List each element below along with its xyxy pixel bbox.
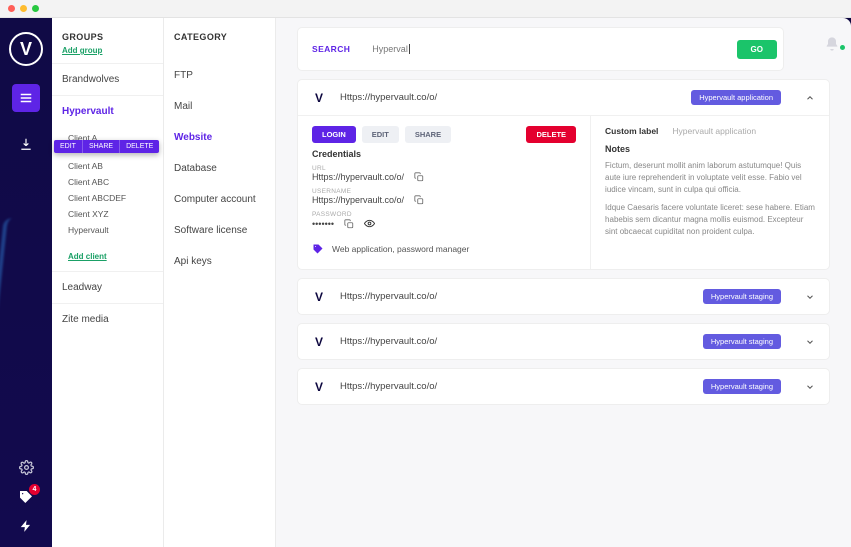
chevron-down-icon[interactable] bbox=[805, 292, 815, 302]
window-titlebar bbox=[0, 0, 851, 18]
client-list: Client A EDIT SHARE DELETE Client AB Cli… bbox=[52, 127, 163, 244]
record-card-expanded: V Https://hypervault.co/o/ Hypervault ap… bbox=[298, 80, 829, 269]
alerts-dot bbox=[840, 45, 845, 50]
field-label-password: PASSWORD bbox=[312, 211, 576, 218]
login-button[interactable]: LOGIN bbox=[312, 126, 356, 143]
copy-button[interactable] bbox=[344, 219, 354, 229]
record-badge: Hypervault staging bbox=[703, 289, 781, 304]
field-value-url: Https://hypervault.co/o/ bbox=[312, 172, 404, 182]
chevron-down-icon[interactable] bbox=[805, 337, 815, 347]
field-label-url: URL bbox=[312, 165, 576, 172]
category-item[interactable]: Api keys bbox=[164, 246, 275, 277]
field-value-password: ••••••• bbox=[312, 219, 334, 229]
custom-label-heading: Custom label bbox=[605, 126, 658, 136]
nav-rail: V 4 bbox=[0, 18, 52, 547]
group-item[interactable]: Brandwolves bbox=[52, 63, 163, 95]
client-item[interactable]: Client AB bbox=[68, 158, 163, 174]
record-favicon: V bbox=[312, 380, 326, 394]
credentials-heading: Credentials bbox=[312, 149, 576, 159]
record-favicon: V bbox=[312, 290, 326, 304]
chevron-down-icon[interactable] bbox=[805, 382, 815, 392]
add-client-link[interactable]: Add client bbox=[52, 244, 163, 271]
notes-body: Fictum, deserunt mollit anim laborum ast… bbox=[605, 160, 815, 238]
record-header[interactable]: V Https://hypervault.co/o/ Hypervault ap… bbox=[298, 80, 829, 115]
bell-icon bbox=[824, 36, 840, 52]
category-panel: CATEGORY FTP Mail Website Database Compu… bbox=[164, 18, 276, 547]
record-card-collapsed[interactable]: V Https://hypervault.co/o/ Hypervault st… bbox=[298, 279, 829, 314]
add-group-link[interactable]: Add group bbox=[52, 46, 163, 63]
search-label: SEARCH bbox=[312, 44, 350, 54]
context-menu: EDIT SHARE DELETE bbox=[54, 140, 159, 153]
category-item[interactable]: Mail bbox=[164, 91, 275, 122]
client-item[interactable]: Client ABCDEF bbox=[68, 190, 163, 206]
record-badge: Hypervault staging bbox=[703, 334, 781, 349]
notifications-button[interactable]: 4 bbox=[18, 489, 34, 505]
minimize-dot[interactable] bbox=[20, 5, 27, 12]
bolt-icon bbox=[19, 519, 33, 533]
copy-icon bbox=[414, 195, 424, 205]
record-url: Https://hypervault.co/o/ bbox=[340, 381, 689, 392]
ctx-edit[interactable]: EDIT bbox=[54, 140, 83, 153]
groups-heading: GROUPS bbox=[52, 18, 163, 46]
category-heading: CATEGORY bbox=[164, 18, 275, 46]
download-button[interactable] bbox=[12, 130, 40, 158]
ctx-delete[interactable]: DELETE bbox=[120, 140, 159, 153]
field-label-username: USERNAME bbox=[312, 188, 576, 195]
record-badge: Hypervault application bbox=[691, 90, 781, 105]
record-favicon: V bbox=[312, 335, 326, 349]
alerts-button[interactable] bbox=[813, 36, 851, 52]
record-url: Https://hypervault.co/o/ bbox=[340, 92, 677, 103]
client-item[interactable]: Hypervault bbox=[68, 222, 163, 238]
field-value-username: Https://hypervault.co/o/ bbox=[312, 195, 404, 205]
record-badge: Hypervault staging bbox=[703, 379, 781, 394]
groups-panel: GROUPS Add group Brandwolves Hypervault … bbox=[52, 18, 164, 547]
client-item[interactable]: Client ABC bbox=[68, 174, 163, 190]
edit-button[interactable]: EDIT bbox=[362, 126, 399, 143]
category-item[interactable]: FTP bbox=[164, 60, 275, 91]
search-bar[interactable]: SEARCH Hyperval GO bbox=[298, 28, 783, 70]
hamburger-icon bbox=[19, 91, 33, 105]
record-favicon: V bbox=[312, 91, 326, 105]
eye-icon bbox=[364, 218, 375, 229]
search-input[interactable]: Hyperval bbox=[372, 44, 736, 54]
group-item-active[interactable]: Hypervault bbox=[52, 95, 163, 127]
notification-badge: 4 bbox=[29, 484, 40, 495]
gear-icon bbox=[19, 460, 34, 475]
download-icon bbox=[19, 137, 33, 151]
record-url: Https://hypervault.co/o/ bbox=[340, 291, 689, 302]
decorative-swoosh bbox=[0, 217, 22, 348]
settings-button[interactable] bbox=[19, 460, 34, 475]
record-url: Https://hypervault.co/o/ bbox=[340, 336, 689, 347]
record-card-collapsed[interactable]: V Https://hypervault.co/o/ Hypervault st… bbox=[298, 369, 829, 404]
record-card-collapsed[interactable]: V Https://hypervault.co/o/ Hypervault st… bbox=[298, 324, 829, 359]
main-content: SEARCH Hyperval GO V Https://hypervault.… bbox=[276, 18, 851, 547]
chevron-up-icon[interactable] bbox=[805, 93, 815, 103]
delete-button[interactable]: DELETE bbox=[526, 126, 576, 143]
client-item[interactable]: Client XYZ bbox=[68, 206, 163, 222]
menu-button[interactable] bbox=[12, 84, 40, 112]
group-item[interactable]: Zite media bbox=[52, 303, 163, 335]
share-button[interactable]: SHARE bbox=[405, 126, 451, 143]
power-button[interactable] bbox=[19, 519, 33, 533]
close-dot[interactable] bbox=[8, 5, 15, 12]
category-item[interactable]: Database bbox=[164, 153, 275, 184]
copy-icon bbox=[344, 219, 354, 229]
zoom-dot[interactable] bbox=[32, 5, 39, 12]
category-item-active[interactable]: Website bbox=[164, 122, 275, 153]
category-item[interactable]: Software license bbox=[164, 215, 275, 246]
category-item[interactable]: Computer account bbox=[164, 184, 275, 215]
custom-label-value: Hypervault application bbox=[672, 126, 756, 136]
brand-logo[interactable]: V bbox=[9, 32, 43, 66]
group-item[interactable]: Leadway bbox=[52, 271, 163, 303]
copy-icon bbox=[414, 172, 424, 182]
ctx-share[interactable]: SHARE bbox=[83, 140, 120, 153]
record-tags-row: Web application, password manager bbox=[312, 243, 576, 255]
copy-button[interactable] bbox=[414, 172, 424, 182]
tag-icon bbox=[312, 243, 324, 255]
reveal-button[interactable] bbox=[364, 218, 375, 229]
notes-heading: Notes bbox=[605, 144, 815, 154]
copy-button[interactable] bbox=[414, 195, 424, 205]
record-tags: Web application, password manager bbox=[332, 244, 469, 254]
search-go-button[interactable]: GO bbox=[737, 40, 777, 59]
